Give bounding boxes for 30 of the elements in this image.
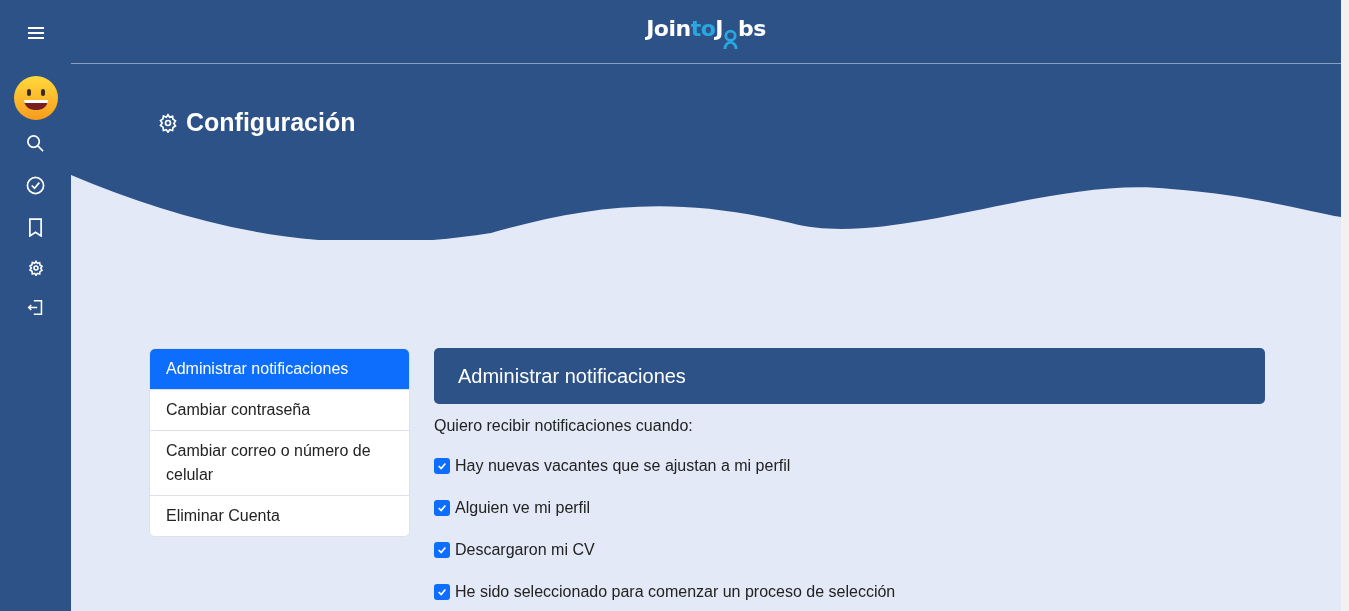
check-circle-icon[interactable] xyxy=(26,176,45,195)
logo-word: bs xyxy=(738,15,766,43)
option-label: Alguien ve mi perfil xyxy=(455,498,591,518)
menu-item[interactable]: Eliminar Cuenta xyxy=(150,495,409,536)
checkmark-icon xyxy=(437,461,447,471)
checkmark-icon xyxy=(437,545,447,555)
search-icon[interactable] xyxy=(26,134,45,153)
checkbox[interactable] xyxy=(434,458,450,474)
checkmark-icon xyxy=(437,503,447,513)
checkbox[interactable] xyxy=(434,542,450,558)
panel-title: Administrar notificaciones xyxy=(458,364,686,389)
intro-text: Quiero recibir notificaciones cuando: xyxy=(434,416,694,436)
option-label: He sido seleccionado para comenzar un proceso de selección xyxy=(455,582,896,602)
menu-icon[interactable] xyxy=(26,26,45,40)
logout-icon[interactable] xyxy=(27,299,44,316)
person-icon xyxy=(723,29,738,50)
menu-item[interactable]: Administrar notificaciones xyxy=(150,349,409,389)
option-label: Descargaron mi CV xyxy=(455,540,595,560)
logo-word: Join xyxy=(646,15,691,43)
page-title: Configuración xyxy=(186,107,356,138)
settings-icon xyxy=(158,112,178,133)
logo-word: J xyxy=(715,15,723,43)
settings-icon[interactable] xyxy=(27,260,44,276)
option-label: Hay nuevas vacantes que se ajustan a mi perfil xyxy=(455,456,791,476)
avatar-icon[interactable] xyxy=(13,76,58,120)
bookmark-icon[interactable] xyxy=(28,218,43,237)
checkbox[interactable] xyxy=(434,500,450,516)
checkmark-icon xyxy=(437,587,447,597)
checkbox[interactable] xyxy=(434,584,450,600)
scrollbar[interactable] xyxy=(1341,0,1349,611)
